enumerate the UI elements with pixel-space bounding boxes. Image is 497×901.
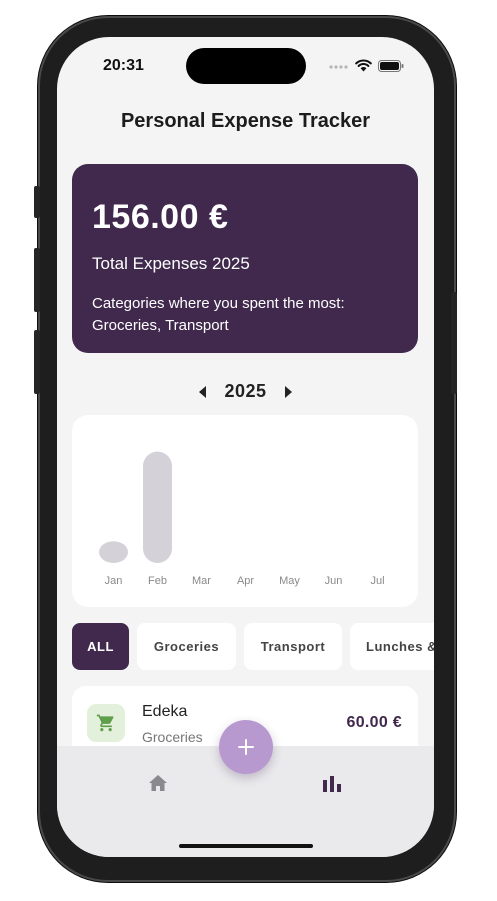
monthly-chart: Jan Feb Mar Apr May Jun Jul	[72, 415, 418, 607]
chart-tick-jan: Jan	[105, 575, 123, 587]
year-label: 2025	[224, 381, 267, 401]
side-button-silent	[34, 186, 40, 218]
caret-left-icon[interactable]	[199, 385, 207, 398]
expense-name: Edeka	[142, 703, 188, 720]
monthly-chart-svg: Jan Feb Mar Apr May Jun Jul	[99, 451, 385, 587]
total-amount: 156.00 €	[92, 198, 229, 236]
status-icons	[329, 59, 404, 72]
chart-tick-may: May	[279, 575, 300, 587]
category-filter-row: ALL Groceries Transport Lunches &	[72, 623, 434, 670]
wifi-icon	[355, 59, 372, 72]
status-time: 20:31	[103, 57, 144, 74]
expense-icon-box	[87, 704, 125, 742]
signal-dots-icon	[329, 64, 348, 69]
chart-bar-jan	[99, 541, 128, 563]
summary-card: 156.00 € Total Expenses 2025 Categories …	[72, 164, 418, 353]
page-title: Personal Expense Tracker	[120, 110, 371, 132]
home-icon	[149, 775, 167, 791]
total-label: Total Expenses 2025	[92, 254, 250, 273]
app-screen: 20:31 Personal Expense Tracker 156.00 € …	[57, 37, 434, 857]
chart-tick-feb: Feb	[148, 575, 167, 587]
plus-icon	[238, 739, 254, 755]
filter-chip-all[interactable]: ALL	[72, 623, 129, 670]
chart-bar-feb	[143, 451, 172, 563]
filter-chip-lunches[interactable]: Lunches &	[350, 623, 434, 670]
dynamic-island	[186, 48, 306, 84]
expense-category: Groceries	[142, 729, 203, 745]
expense-amount: 60.00 €	[346, 714, 402, 731]
chart-tick-apr: Apr	[237, 575, 254, 587]
chart-tick-jun: Jun	[325, 575, 343, 587]
nav-stats-button[interactable]	[323, 776, 341, 797]
nav-home-button[interactable]	[148, 774, 168, 797]
side-button-volume-up	[34, 248, 40, 312]
battery-icon	[378, 59, 404, 72]
chart-tick-mar: Mar	[192, 575, 211, 587]
filter-chip-groceries[interactable]: Groceries	[137, 623, 236, 670]
top-categories-text: Categories where you spent the most: Gro…	[92, 295, 345, 334]
year-selector: 2025	[57, 381, 434, 402]
side-button-power	[451, 292, 457, 394]
bar-chart-icon	[323, 776, 341, 792]
home-indicator	[179, 844, 313, 848]
add-expense-button[interactable]	[219, 720, 273, 774]
filter-chip-transport[interactable]: Transport	[244, 623, 342, 670]
shopping-cart-icon	[96, 714, 114, 732]
side-button-volume-down	[34, 330, 40, 394]
caret-right-icon[interactable]	[284, 385, 292, 398]
chart-tick-jul: Jul	[370, 575, 384, 587]
